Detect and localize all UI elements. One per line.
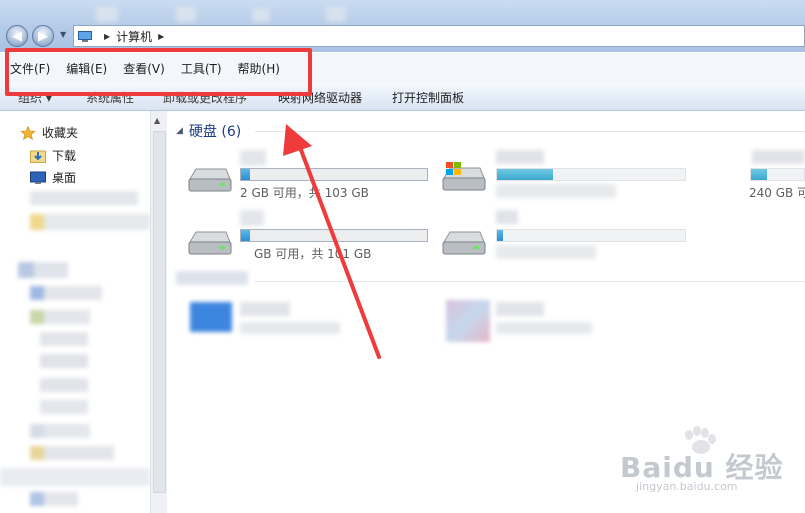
breadcrumb-computer[interactable]: 计算机 bbox=[116, 28, 152, 45]
section-divider bbox=[255, 131, 805, 132]
nav-label-downloads: 下载 bbox=[52, 149, 77, 163]
drive-space-info: 240 GB 可用 bbox=[749, 186, 805, 200]
blurred-device-name bbox=[496, 302, 544, 316]
recent-pages-dropdown[interactable]: ▼ bbox=[60, 30, 70, 40]
blurred-taskbar-item bbox=[326, 6, 346, 22]
blurred-section-header bbox=[176, 271, 248, 285]
drive-usage-bar bbox=[496, 229, 686, 242]
drive-usage-bar bbox=[240, 229, 428, 242]
drive-usage-bar bbox=[496, 168, 686, 181]
blurred-nav-item bbox=[30, 310, 90, 324]
blurred-nav-item bbox=[40, 354, 88, 368]
blurred-device-name bbox=[240, 302, 290, 316]
annotation-highlight-box bbox=[5, 48, 312, 96]
blurred-device-info bbox=[240, 322, 340, 334]
blurred-nav-item bbox=[30, 191, 138, 205]
watermark-url: jingyan.baidu.com bbox=[636, 480, 738, 493]
blurred-taskbar-item bbox=[252, 8, 270, 22]
blurred-nav-item bbox=[40, 400, 88, 414]
scrollbar-thumb[interactable] bbox=[153, 131, 166, 493]
scroll-up-icon[interactable]: ▲ bbox=[154, 116, 160, 125]
breadcrumb-separator-icon[interactable]: ▶ bbox=[104, 32, 110, 41]
arrow-left-icon: ◀ bbox=[12, 28, 22, 44]
drive-space-info: GB 可用，共 101 GB bbox=[254, 247, 372, 261]
blurred-drive-info bbox=[496, 245, 596, 259]
drive-usage-fill bbox=[241, 169, 251, 180]
window-title-bar: ◀ ▶ ▼ ▶ 计算机 ▶ bbox=[0, 0, 805, 52]
blurred-drive-name bbox=[496, 150, 544, 164]
drive-usage-fill bbox=[241, 230, 251, 241]
blurred-nav-item bbox=[30, 286, 102, 300]
nav-scrollbar[interactable]: ▲ bbox=[150, 111, 167, 513]
blurred-device-info bbox=[496, 322, 592, 334]
nav-item-desktop[interactable]: 桌面 bbox=[30, 169, 76, 186]
blurred-taskbar-item bbox=[96, 6, 118, 22]
computer-icon bbox=[78, 30, 92, 42]
hard-drive-icon[interactable] bbox=[186, 165, 232, 195]
drive-usage-bar bbox=[750, 168, 805, 181]
drive-usage-fill bbox=[497, 169, 554, 180]
blurred-taskbar-item bbox=[176, 6, 196, 22]
back-button[interactable]: ◀ bbox=[6, 25, 28, 47]
blurred-device-icon bbox=[190, 302, 232, 332]
download-folder-icon bbox=[30, 150, 46, 163]
drive-space-info: 2 GB 可用，共 103 GB bbox=[240, 186, 369, 200]
desktop-icon bbox=[30, 171, 46, 184]
section-divider bbox=[255, 281, 805, 282]
drive-usage-fill bbox=[497, 230, 503, 241]
hard-drive-icon[interactable] bbox=[186, 228, 232, 258]
blurred-drive-name bbox=[240, 210, 264, 226]
open-control-panel-button[interactable]: 打开控制面板 bbox=[392, 89, 464, 106]
address-bar[interactable]: ▶ 计算机 ▶ bbox=[73, 25, 805, 47]
section-header-hard-disks[interactable]: ◢ 硬盘 (6) bbox=[176, 121, 241, 141]
nav-item-favorites[interactable]: 收藏夹 bbox=[20, 124, 78, 141]
blurred-nav-item bbox=[30, 446, 114, 460]
blurred-nav-item bbox=[18, 262, 68, 278]
breadcrumb-separator-icon[interactable]: ▶ bbox=[158, 32, 164, 41]
collapse-triangle-icon[interactable]: ◢ bbox=[176, 126, 183, 136]
nav-label-desktop: 桌面 bbox=[52, 171, 77, 185]
nav-item-downloads[interactable]: 下载 bbox=[30, 147, 76, 164]
blurred-nav-item bbox=[40, 332, 88, 346]
blurred-nav-item bbox=[30, 214, 150, 230]
section-title: 硬盘 (6) bbox=[188, 124, 242, 140]
forward-button[interactable]: ▶ bbox=[32, 25, 54, 47]
blurred-nav-item bbox=[0, 468, 150, 486]
blurred-drive-name bbox=[240, 150, 266, 166]
nav-label-favorites: 收藏夹 bbox=[42, 126, 79, 140]
blurred-nav-item bbox=[30, 492, 78, 506]
arrow-right-icon: ▶ bbox=[38, 28, 48, 44]
drive-usage-bar bbox=[240, 168, 428, 181]
blurred-drive-info bbox=[496, 184, 616, 198]
blurred-drive-name bbox=[752, 150, 805, 164]
hard-drive-icon[interactable] bbox=[440, 228, 486, 258]
blurred-drive-name bbox=[496, 210, 518, 224]
star-icon bbox=[20, 125, 36, 140]
blurred-device-icon bbox=[446, 300, 490, 342]
system-drive-icon[interactable] bbox=[440, 160, 488, 194]
chevron-down-icon: ▼ bbox=[60, 30, 67, 39]
blurred-nav-item bbox=[40, 378, 88, 392]
blurred-nav-item bbox=[30, 424, 90, 438]
drive-usage-fill bbox=[751, 169, 767, 180]
